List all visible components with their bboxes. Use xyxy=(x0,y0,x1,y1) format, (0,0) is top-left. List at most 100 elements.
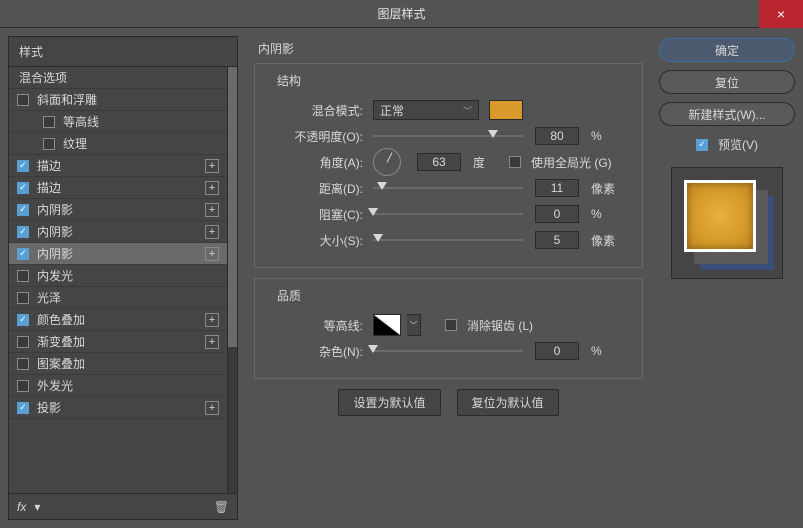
opacity-input[interactable]: 80 xyxy=(535,127,579,145)
style-row-14[interactable]: 投影+ xyxy=(9,397,227,419)
style-row-13[interactable]: 外发光 xyxy=(9,375,227,397)
style-row-4[interactable]: 描边+ xyxy=(9,177,227,199)
cancel-button[interactable]: 复位 xyxy=(659,70,795,94)
style-checkbox[interactable] xyxy=(17,314,29,326)
style-row-0[interactable]: 斜面和浮雕 xyxy=(9,89,227,111)
add-effect-icon[interactable]: + xyxy=(205,247,219,261)
size-label: 大小(S): xyxy=(269,232,367,249)
style-checkbox[interactable] xyxy=(17,358,29,370)
set-default-button[interactable]: 设置为默认值 xyxy=(338,389,440,416)
add-effect-icon[interactable]: + xyxy=(205,335,219,349)
style-row-5[interactable]: 内阴影+ xyxy=(9,199,227,221)
style-checkbox[interactable] xyxy=(17,292,29,304)
style-row-1[interactable]: 等高线 xyxy=(9,111,227,133)
new-style-button[interactable]: 新建样式(W)... xyxy=(659,102,795,126)
style-checkbox[interactable] xyxy=(43,138,55,150)
main-area: 样式 混合选项 斜面和浮雕等高线纹理描边+描边+内阴影+内阴影+内阴影+内发光光… xyxy=(0,28,803,528)
add-effect-icon[interactable]: + xyxy=(205,313,219,327)
angle-input[interactable]: 63 xyxy=(417,153,461,171)
preview-thumbnail xyxy=(671,167,783,279)
style-row-11[interactable]: 渐变叠加+ xyxy=(9,331,227,353)
add-effect-icon[interactable]: + xyxy=(205,401,219,415)
choke-slider[interactable] xyxy=(373,205,523,223)
antialias-label: 消除锯齿 (L) xyxy=(467,317,533,334)
color-swatch[interactable] xyxy=(489,100,523,120)
style-row-2[interactable]: 纹理 xyxy=(9,133,227,155)
size-slider[interactable] xyxy=(373,231,523,249)
contour-dropdown[interactable]: ﹀ xyxy=(407,314,421,336)
add-effect-icon[interactable]: + xyxy=(205,203,219,217)
chevron-down-icon: ﹀ xyxy=(463,104,472,117)
style-label: 描边 xyxy=(37,157,205,174)
styles-header: 样式 xyxy=(9,37,237,67)
right-panel: 确定 复位 新建样式(W)... 预览(V) xyxy=(659,36,795,520)
style-checkbox[interactable] xyxy=(17,182,29,194)
distance-slider[interactable] xyxy=(373,179,523,197)
opacity-slider[interactable] xyxy=(373,127,523,145)
style-checkbox[interactable] xyxy=(17,336,29,348)
style-checkbox[interactable] xyxy=(17,204,29,216)
noise-slider[interactable] xyxy=(373,342,523,360)
style-label: 外发光 xyxy=(37,377,219,394)
distance-input[interactable]: 11 xyxy=(535,179,579,197)
style-row-6[interactable]: 内阴影+ xyxy=(9,221,227,243)
ok-button[interactable]: 确定 xyxy=(659,38,795,62)
styles-footer: fx ▾ 🗑 xyxy=(9,493,237,519)
style-row-12[interactable]: 图案叠加 xyxy=(9,353,227,375)
style-row-9[interactable]: 光泽 xyxy=(9,287,227,309)
styles-scrollbar[interactable] xyxy=(227,67,237,493)
choke-label: 阻塞(C): xyxy=(269,206,367,223)
trash-icon[interactable]: 🗑 xyxy=(214,500,229,514)
structure-group: 结构 混合模式: 正常 ﹀ 不透明度(O): 80 % 角度(A): 63 度 xyxy=(254,63,643,268)
style-label: 光泽 xyxy=(37,289,219,306)
opacity-label: 不透明度(O): xyxy=(269,128,367,145)
settings-panel: 内阴影 结构 混合模式: 正常 ﹀ 不透明度(O): 80 % 角度(A): xyxy=(246,36,651,520)
style-label: 纹理 xyxy=(63,135,219,152)
style-row-7[interactable]: 内阴影+ xyxy=(9,243,227,265)
blend-mode-select[interactable]: 正常 ﹀ xyxy=(373,100,479,120)
quality-group: 品质 等高线: ﹀ 消除锯齿 (L) 杂色(N): 0 % xyxy=(254,278,643,379)
style-label: 等高线 xyxy=(63,113,219,130)
style-checkbox[interactable] xyxy=(17,226,29,238)
style-checkbox[interactable] xyxy=(17,248,29,260)
style-row-8[interactable]: 内发光 xyxy=(9,265,227,287)
style-row-3[interactable]: 描边+ xyxy=(9,155,227,177)
choke-input[interactable]: 0 xyxy=(535,205,579,223)
preview-checkbox[interactable] xyxy=(696,139,708,151)
style-checkbox[interactable] xyxy=(17,380,29,392)
style-checkbox[interactable] xyxy=(17,94,29,106)
add-effect-icon[interactable]: + xyxy=(205,159,219,173)
add-effect-icon[interactable]: + xyxy=(205,181,219,195)
blend-options-row[interactable]: 混合选项 xyxy=(9,67,227,89)
style-checkbox[interactable] xyxy=(17,270,29,282)
contour-swatch[interactable] xyxy=(373,314,401,336)
antialias-checkbox[interactable] xyxy=(445,319,457,331)
angle-dial[interactable] xyxy=(373,148,401,176)
style-label: 投影 xyxy=(37,399,205,416)
reset-default-button[interactable]: 复位为默认值 xyxy=(457,389,559,416)
fx-icon[interactable]: fx xyxy=(17,500,26,514)
title-bar: 图层样式 × xyxy=(0,0,803,28)
style-label: 颜色叠加 xyxy=(37,311,205,328)
noise-input[interactable]: 0 xyxy=(535,342,579,360)
style-row-10[interactable]: 颜色叠加+ xyxy=(9,309,227,331)
style-checkbox[interactable] xyxy=(17,160,29,172)
global-light-checkbox[interactable] xyxy=(509,156,521,168)
add-effect-icon[interactable]: + xyxy=(205,225,219,239)
noise-label: 杂色(N): xyxy=(269,343,367,360)
size-input[interactable]: 5 xyxy=(535,231,579,249)
distance-label: 距离(D): xyxy=(269,180,367,197)
styles-panel: 样式 混合选项 斜面和浮雕等高线纹理描边+描边+内阴影+内阴影+内阴影+内发光光… xyxy=(8,36,238,520)
style-checkbox[interactable] xyxy=(17,402,29,414)
style-label: 图案叠加 xyxy=(37,355,219,372)
style-label: 渐变叠加 xyxy=(37,333,205,350)
style-checkbox[interactable] xyxy=(43,116,55,128)
style-label: 内发光 xyxy=(37,267,219,284)
style-label: 内阴影 xyxy=(37,223,205,240)
angle-label: 角度(A): xyxy=(269,154,367,171)
close-button[interactable]: × xyxy=(759,0,803,28)
style-label: 内阴影 xyxy=(37,201,205,218)
style-label: 描边 xyxy=(37,179,205,196)
window-title: 图层样式 xyxy=(377,5,425,22)
chevron-down-icon[interactable]: ▾ xyxy=(34,500,40,514)
